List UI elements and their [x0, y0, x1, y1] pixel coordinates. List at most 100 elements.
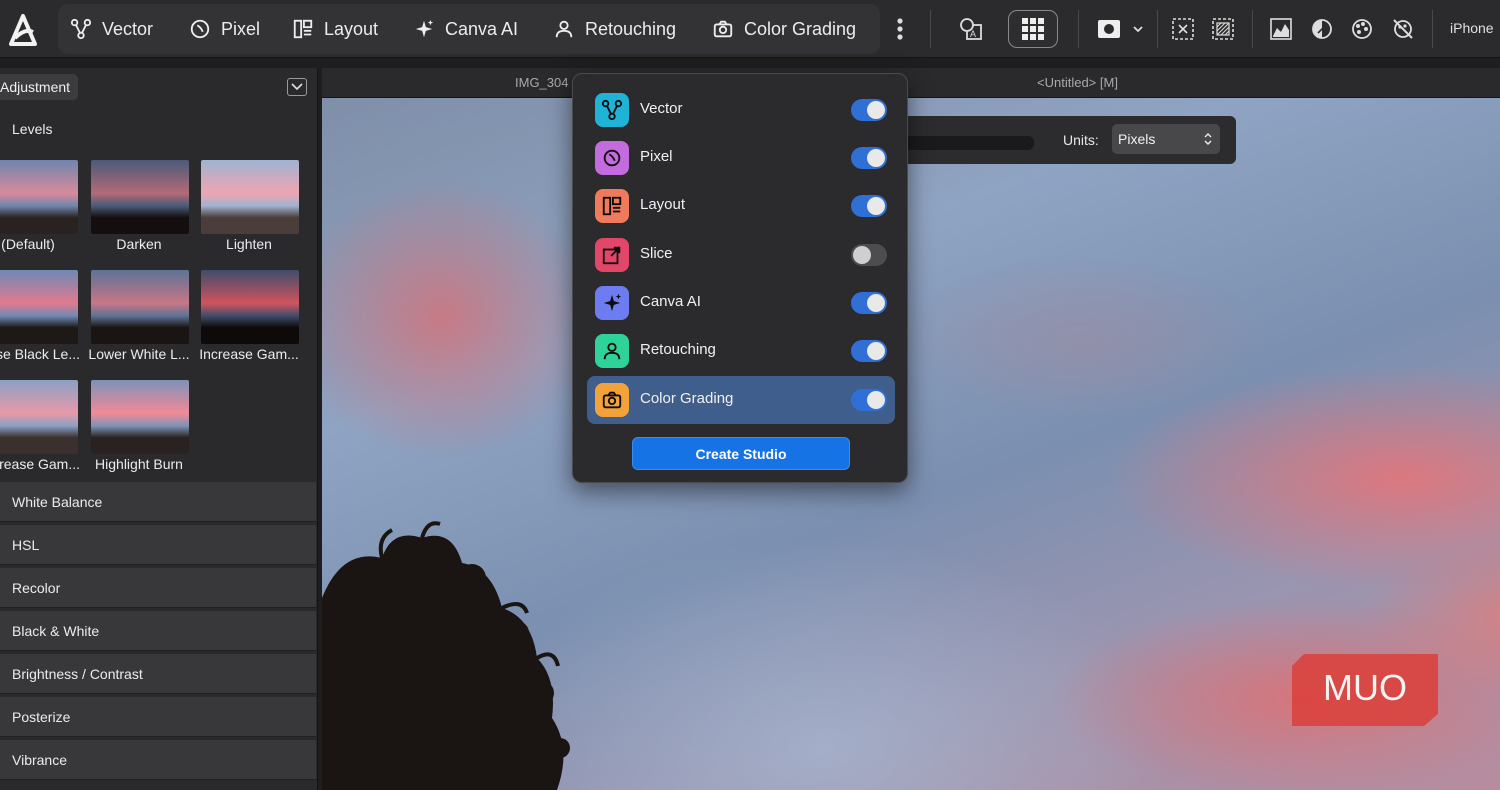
context-toolbar: Units: Pixels — [880, 116, 1236, 164]
persona-label: Color Grading — [744, 18, 857, 39]
chevron-down-icon[interactable] — [1132, 24, 1144, 34]
persona-retouching[interactable]: Retouching — [553, 4, 676, 54]
pixel-icon — [595, 141, 629, 175]
svg-text:A: A — [970, 29, 976, 39]
studio-popover: Vector Pixel Layout Slice Canva AI Retou… — [572, 73, 908, 483]
studio-item-label: Pixel — [640, 148, 673, 165]
persona-color-grading[interactable]: Color Grading — [712, 4, 856, 54]
studio-toggle[interactable] — [851, 195, 887, 217]
persona-layout[interactable]: Layout — [292, 4, 378, 54]
toolbar-divider — [1157, 10, 1158, 48]
units-value: Pixels — [1118, 131, 1156, 147]
preset-thumbnail[interactable] — [0, 160, 78, 234]
persona-label: Retouching — [585, 18, 677, 39]
grid-icon — [1022, 18, 1044, 40]
device-label[interactable]: iPhone — [1450, 20, 1494, 36]
image-canvas[interactable]: MUO — [322, 98, 1500, 790]
affinity-logo-icon[interactable] — [7, 12, 39, 46]
preset-thumbnail[interactable] — [91, 160, 189, 234]
studio-item-label: Retouching — [640, 341, 716, 358]
preset-thumbnail[interactable] — [91, 270, 189, 344]
levels-section-header[interactable]: Levels — [0, 110, 316, 148]
watermark-text: MUO — [1323, 667, 1407, 708]
studio-toggle[interactable] — [851, 340, 887, 362]
toolbar-divider — [930, 10, 931, 48]
section-recolor[interactable]: Recolor — [0, 568, 316, 608]
histogram-button[interactable] — [1264, 12, 1298, 46]
studio-item-color-grading[interactable]: Color Grading — [587, 376, 895, 424]
tree-silhouette — [322, 521, 570, 790]
toolbar-divider — [1078, 10, 1079, 48]
preset-thumbnail[interactable] — [0, 380, 78, 454]
sparkle-icon — [595, 286, 629, 320]
section-brightness-contrast[interactable]: Brightness / Contrast — [0, 654, 316, 694]
contrast-button[interactable] — [1305, 12, 1339, 46]
panel-tab-adjustment[interactable]: Adjustment — [0, 74, 79, 100]
person-icon — [595, 334, 629, 368]
section-black-white[interactable]: Black & White — [0, 611, 316, 651]
section-white-balance[interactable]: White Balance — [0, 482, 316, 522]
document-tab[interactable]: IMG_304 — [515, 75, 568, 90]
zoom-slider[interactable] — [904, 136, 1034, 150]
assistant-button[interactable]: A — [954, 12, 988, 46]
studio-toggle[interactable] — [851, 147, 887, 169]
units-select[interactable]: Pixels — [1112, 124, 1220, 154]
preset-label: se Black Le... — [0, 346, 80, 362]
camera-icon — [595, 383, 629, 417]
muo-watermark-logo: MUO — [1292, 654, 1438, 726]
document-tab-bar: IMG_304 <Untitled> [M] — [322, 68, 1500, 98]
layout-persona-icon — [293, 19, 313, 39]
studio-item-layout[interactable]: Layout — [587, 182, 895, 230]
studio-toggle[interactable] — [851, 244, 887, 266]
more-options-icon[interactable] — [890, 14, 910, 44]
preset-thumbnail[interactable] — [0, 270, 78, 344]
section-hsl[interactable]: HSL — [0, 525, 316, 565]
persona-canva-ai[interactable]: Canva AI — [413, 4, 518, 54]
studio-item-label: Color Grading — [640, 390, 734, 407]
invert-selection-button[interactable] — [1206, 12, 1240, 46]
layout-icon — [595, 189, 629, 223]
adjustment-panel: Adjustment Levels (Default) Darken Light… — [0, 68, 318, 790]
vector-persona-icon — [70, 18, 92, 40]
preset-label: Darken — [116, 236, 162, 252]
persona-label: Layout — [324, 18, 379, 39]
color-wheel-button[interactable] — [1345, 12, 1379, 46]
persona-label: Canva AI — [445, 18, 519, 39]
color-picker-off-button[interactable] — [1386, 12, 1420, 46]
panel-menu-button[interactable] — [287, 78, 307, 96]
create-studio-button[interactable]: Create Studio — [632, 437, 850, 470]
vector-icon — [595, 93, 629, 127]
no-color-icon — [1393, 19, 1413, 39]
contrast-icon — [1312, 19, 1332, 39]
invert-selection-icon — [1212, 18, 1234, 40]
units-label: Units: — [1063, 132, 1099, 148]
studio-item-slice[interactable]: Slice — [587, 231, 895, 279]
studio-toggle[interactable] — [851, 292, 887, 314]
studio-toggle[interactable] — [851, 99, 887, 121]
preset-label: Highlight Burn — [95, 456, 183, 472]
persona-vector[interactable]: Vector — [70, 4, 153, 54]
section-posterize[interactable]: Posterize — [0, 697, 316, 737]
studio-item-canva-ai[interactable]: Canva AI — [587, 279, 895, 327]
section-vibrance[interactable]: Vibrance — [0, 740, 316, 780]
document-tab[interactable]: <Untitled> [M] — [1037, 75, 1118, 90]
studio-item-label: Slice — [640, 245, 673, 262]
studio-item-pixel[interactable]: Pixel — [587, 134, 895, 182]
studio-toggle[interactable] — [851, 389, 887, 411]
histogram-icon — [1270, 18, 1292, 40]
studio-item-vector[interactable]: Vector — [587, 86, 895, 134]
studio-item-retouching[interactable]: Retouching — [587, 327, 895, 375]
studio-grid-button[interactable] — [1008, 10, 1058, 48]
mask-mode-button[interactable] — [1092, 12, 1126, 46]
deselect-icon — [1172, 18, 1194, 40]
studio-item-label: Layout — [640, 196, 686, 213]
preset-label: Lower White L... — [88, 346, 190, 362]
preset-thumbnail[interactable] — [91, 380, 189, 454]
toolbar-divider — [1432, 10, 1433, 48]
canva-ai-sparkle-icon — [415, 19, 434, 38]
preset-thumbnail[interactable] — [201, 160, 299, 234]
persona-pixel[interactable]: Pixel — [189, 4, 260, 54]
preset-thumbnail[interactable] — [201, 270, 299, 344]
levels-presets: (Default) Darken Lighten se Black Le... … — [0, 150, 316, 480]
deselect-button[interactable] — [1166, 12, 1200, 46]
